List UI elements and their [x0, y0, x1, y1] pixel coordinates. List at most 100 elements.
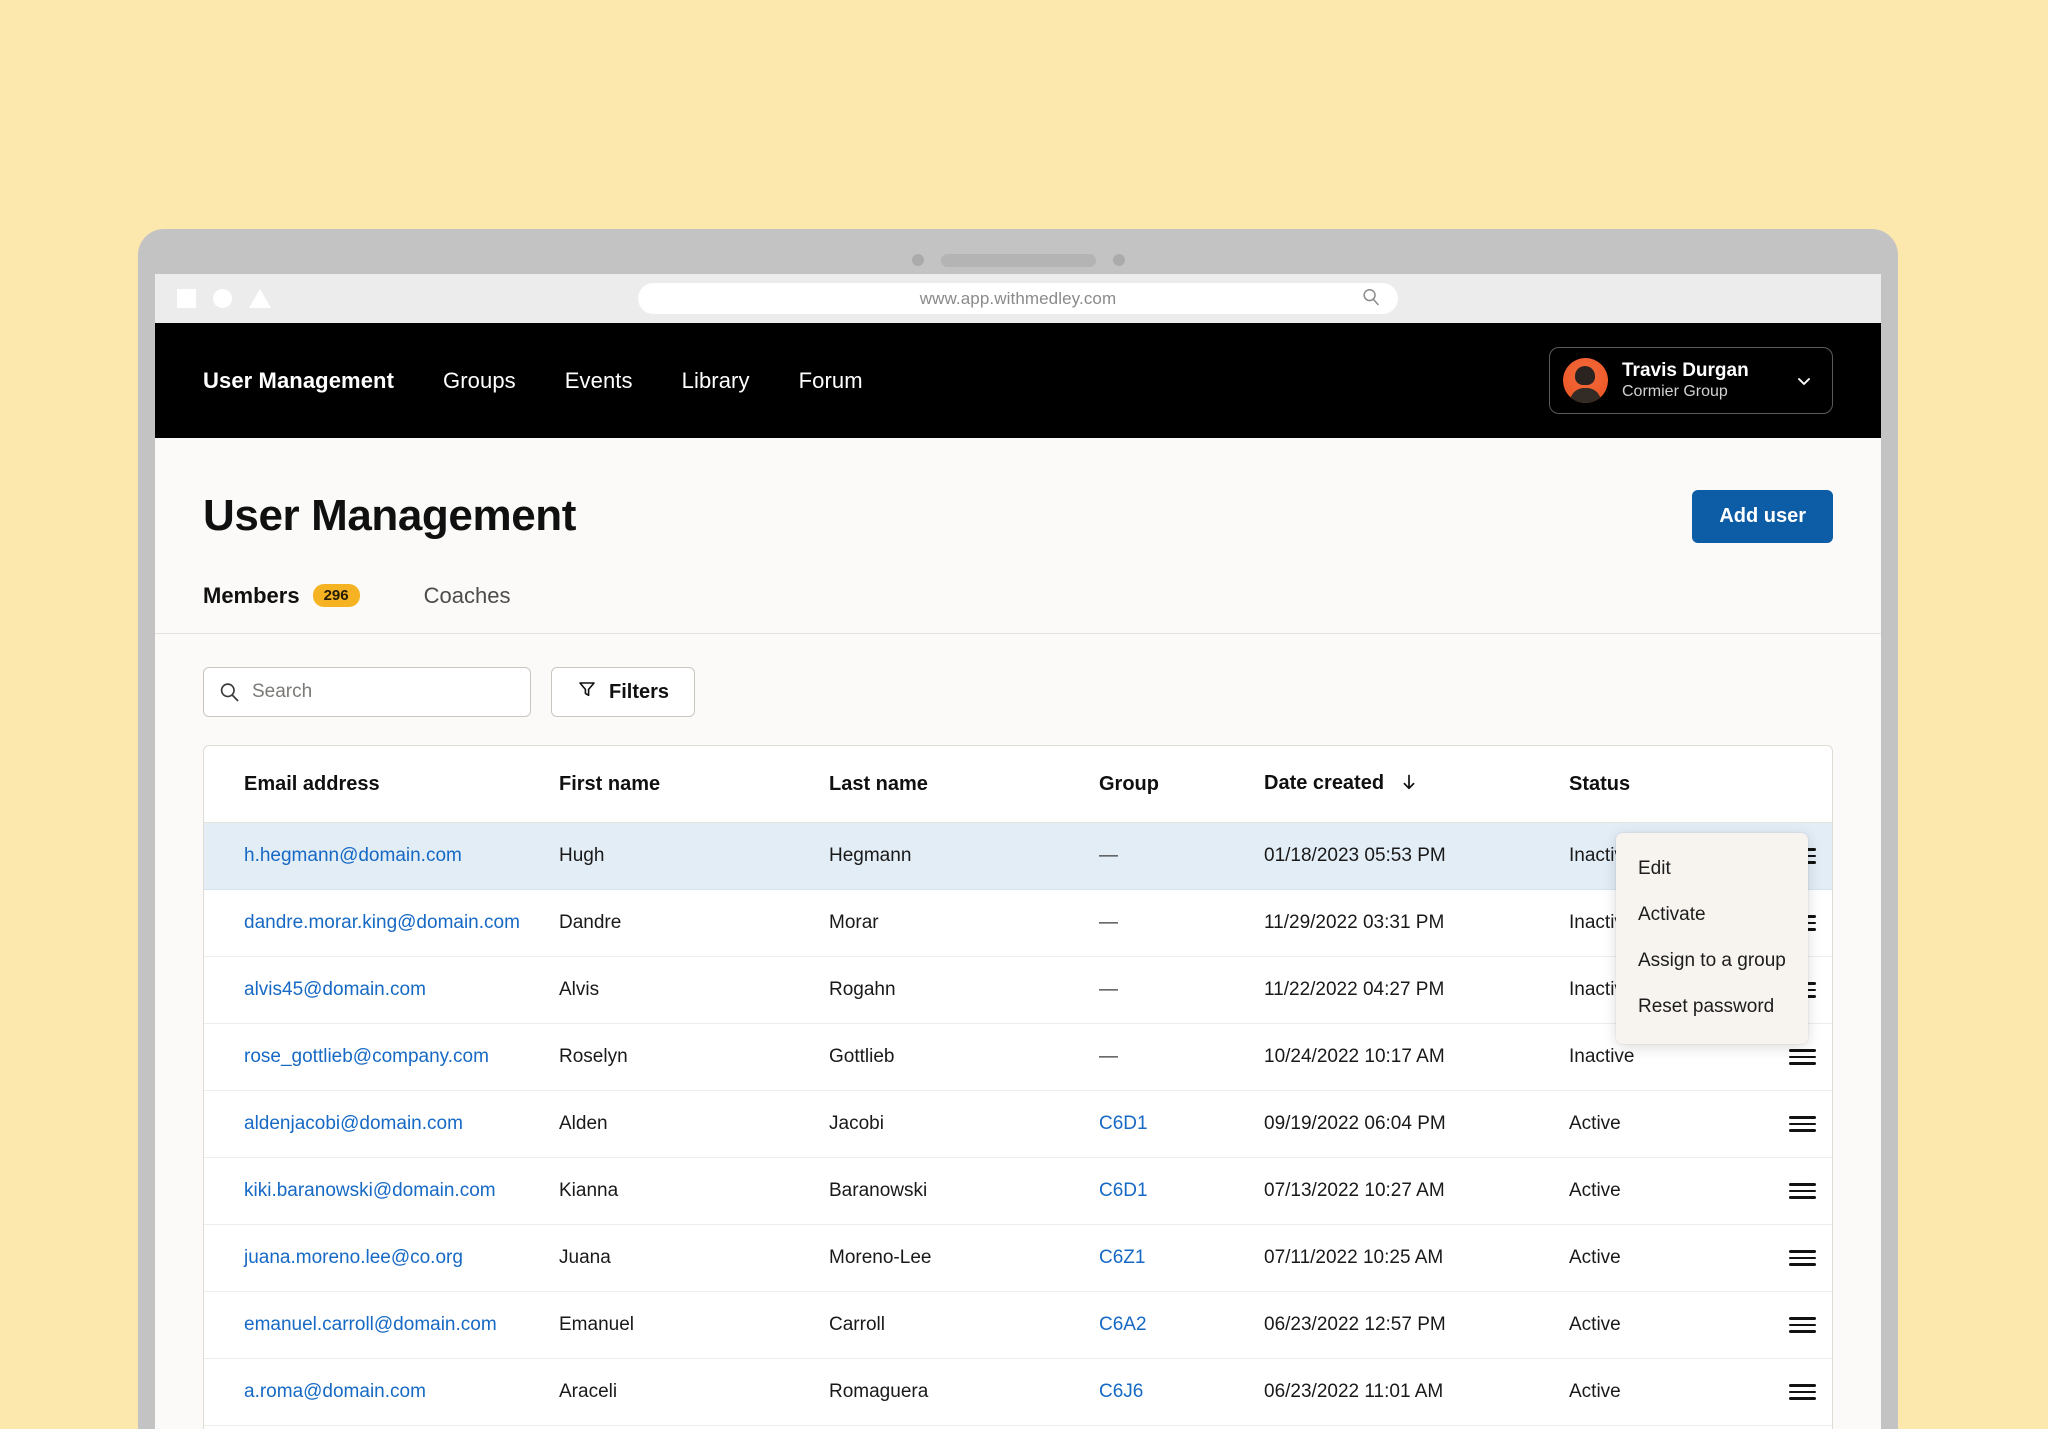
group-link[interactable]: C6Z1 — [1099, 1247, 1145, 1268]
column-header-first-name[interactable]: First name — [559, 746, 829, 823]
email-link[interactable]: rose_gottlieb@company.com — [244, 1046, 489, 1067]
cell-email[interactable]: alvis45@domain.com — [204, 957, 559, 1024]
search-icon[interactable] — [1362, 287, 1380, 310]
cell-email[interactable]: rose_gottlieb@company.com — [204, 1024, 559, 1091]
table-row[interactable]: dandre.morar.king@domain.comDandreMorar—… — [204, 890, 1832, 957]
cell-group[interactable]: C6A2 — [1099, 1292, 1264, 1359]
cell-email[interactable]: aldenjacobi@domain.com — [204, 1091, 559, 1158]
page-header: User Management Add user — [155, 438, 1881, 558]
add-user-button[interactable]: Add user — [1692, 490, 1833, 543]
cell-group[interactable]: C6D1 — [1099, 1158, 1264, 1225]
table-row[interactable]: rose_gottlieb@company.comRoselynGottlieb… — [204, 1024, 1832, 1091]
column-header-status[interactable]: Status — [1569, 746, 1789, 823]
email-link[interactable]: h.hegmann@domain.com — [244, 845, 462, 866]
cell-last-name: Jacobi — [829, 1091, 1099, 1158]
email-link[interactable]: aldenjacobi@domain.com — [244, 1113, 463, 1134]
table-header-row: Email address First name Last name Group… — [204, 746, 1832, 823]
page-title: User Management — [203, 491, 576, 541]
laptop-bezel-top — [155, 246, 1881, 274]
cell-group[interactable]: C6A2 — [1099, 1426, 1264, 1429]
tab-members[interactable]: Members 296 — [203, 558, 360, 633]
cell-status: Active — [1569, 1426, 1789, 1429]
nav-item-events[interactable]: Events — [565, 368, 633, 394]
page-body: User Management Add user Members 296 Coa… — [155, 438, 1881, 1429]
table-head: Email address First name Last name Group… — [204, 746, 1832, 823]
row-actions-menu-icon[interactable] — [1789, 1183, 1816, 1199]
column-header-group[interactable]: Group — [1099, 746, 1264, 823]
tab-coaches[interactable]: Coaches — [424, 558, 511, 633]
group-link[interactable]: C6D1 — [1099, 1113, 1148, 1134]
window-circle-icon[interactable] — [213, 289, 232, 308]
table-row[interactable]: h.hegmann@domain.comHughHegmann—01/18/20… — [204, 823, 1832, 890]
group-link[interactable]: C6D1 — [1099, 1180, 1148, 1201]
column-header-email[interactable]: Email address — [204, 746, 559, 823]
cell-status: Active — [1569, 1225, 1789, 1292]
table-row[interactable]: alvis45@domain.comAlvisRogahn—11/22/2022… — [204, 957, 1832, 1024]
cell-actions — [1789, 1158, 1832, 1225]
table-row[interactable]: a.roma@domain.comAraceliRomagueraC6J606/… — [204, 1359, 1832, 1426]
menu-item-activate[interactable]: Activate — [1616, 892, 1808, 938]
cell-status: Active — [1569, 1359, 1789, 1426]
cell-group: — — [1099, 1024, 1264, 1091]
app-navbar: User Management Groups Events Library Fo… — [155, 323, 1881, 438]
group-dash: — — [1099, 845, 1118, 866]
group-link[interactable]: C6J6 — [1099, 1381, 1143, 1402]
email-link[interactable]: dandre.morar.king@domain.com — [244, 912, 520, 933]
email-link[interactable]: juana.moreno.lee@co.org — [244, 1247, 463, 1268]
cell-email[interactable]: kiki.baranowski@domain.com — [204, 1158, 559, 1225]
camera-dot-right — [1113, 254, 1125, 266]
cell-group[interactable]: C6D1 — [1099, 1091, 1264, 1158]
cell-email[interactable]: juana.moreno.lee@co.org — [204, 1225, 559, 1292]
search-icon — [219, 682, 240, 703]
row-actions-menu-icon[interactable] — [1789, 1250, 1816, 1266]
table-row[interactable]: kiki.baranowski@domain.comKiannaBaranows… — [204, 1158, 1832, 1225]
cell-status: Active — [1569, 1091, 1789, 1158]
cell-actions — [1789, 1091, 1832, 1158]
menu-item-reset-password[interactable]: Reset password — [1616, 984, 1808, 1030]
table-row[interactable]: aldenjacobi@domain.comAldenJacobiC6D109/… — [204, 1091, 1832, 1158]
cell-email[interactable]: emanuel.carroll@domain.com — [204, 1292, 559, 1359]
column-header-actions — [1789, 746, 1832, 823]
nav-item-user-management[interactable]: User Management — [203, 368, 394, 394]
cell-first-name: Alvis — [559, 957, 829, 1024]
profile-menu-button[interactable]: Travis Durgan Cormier Group — [1549, 347, 1833, 414]
email-link[interactable]: emanuel.carroll@domain.com — [244, 1314, 497, 1335]
table-row[interactable]: juana.moreno.lee@co.orgJuanaMoreno-LeeC6… — [204, 1225, 1832, 1292]
row-actions-menu-icon[interactable] — [1789, 1317, 1816, 1333]
nav-item-groups[interactable]: Groups — [443, 368, 516, 394]
menu-item-edit[interactable]: Edit — [1616, 846, 1808, 892]
cell-date-created: 06/21/2022 06:22 PM — [1264, 1426, 1569, 1429]
table-row[interactable]: yk.hwang@domain.comYoo-KyungHwangC6A206/… — [204, 1426, 1832, 1429]
cell-email[interactable]: a.roma@domain.com — [204, 1359, 559, 1426]
email-link[interactable]: alvis45@domain.com — [244, 979, 426, 1000]
group-link[interactable]: C6A2 — [1099, 1314, 1147, 1335]
email-link[interactable]: kiki.baranowski@domain.com — [244, 1180, 496, 1201]
window-triangle-icon[interactable] — [249, 289, 271, 308]
column-header-date-created[interactable]: Date created — [1264, 746, 1569, 823]
cell-group[interactable]: C6J6 — [1099, 1359, 1264, 1426]
row-actions-menu-icon[interactable] — [1789, 1049, 1816, 1065]
cell-date-created: 06/23/2022 11:01 AM — [1264, 1359, 1569, 1426]
column-header-last-name[interactable]: Last name — [829, 746, 1099, 823]
url-bar[interactable]: www.app.withmedley.com — [638, 283, 1398, 314]
filters-button[interactable]: Filters — [551, 667, 695, 717]
search-input[interactable] — [203, 667, 531, 717]
cell-group[interactable]: C6Z1 — [1099, 1225, 1264, 1292]
email-link[interactable]: a.roma@domain.com — [244, 1381, 426, 1402]
nav-item-forum[interactable]: Forum — [799, 368, 863, 394]
row-actions-menu-icon[interactable] — [1789, 1116, 1816, 1132]
menu-item-assign-to-group[interactable]: Assign to a group — [1616, 938, 1808, 984]
row-actions-menu-icon[interactable] — [1789, 1384, 1816, 1400]
cell-date-created: 10/24/2022 10:17 AM — [1264, 1024, 1569, 1091]
cell-email[interactable]: yk.hwang@domain.com — [204, 1426, 559, 1429]
nav-item-library[interactable]: Library — [682, 368, 750, 394]
cell-actions — [1789, 1426, 1832, 1429]
cell-date-created: 06/23/2022 12:57 PM — [1264, 1292, 1569, 1359]
window-square-icon[interactable] — [177, 289, 196, 308]
arrow-down-icon — [1400, 773, 1418, 797]
cell-email[interactable]: h.hegmann@domain.com — [204, 823, 559, 890]
table-row[interactable]: emanuel.carroll@domain.comEmanuelCarroll… — [204, 1292, 1832, 1359]
cell-last-name: Carroll — [829, 1292, 1099, 1359]
table-body: h.hegmann@domain.comHughHegmann—01/18/20… — [204, 823, 1832, 1429]
cell-email[interactable]: dandre.morar.king@domain.com — [204, 890, 559, 957]
